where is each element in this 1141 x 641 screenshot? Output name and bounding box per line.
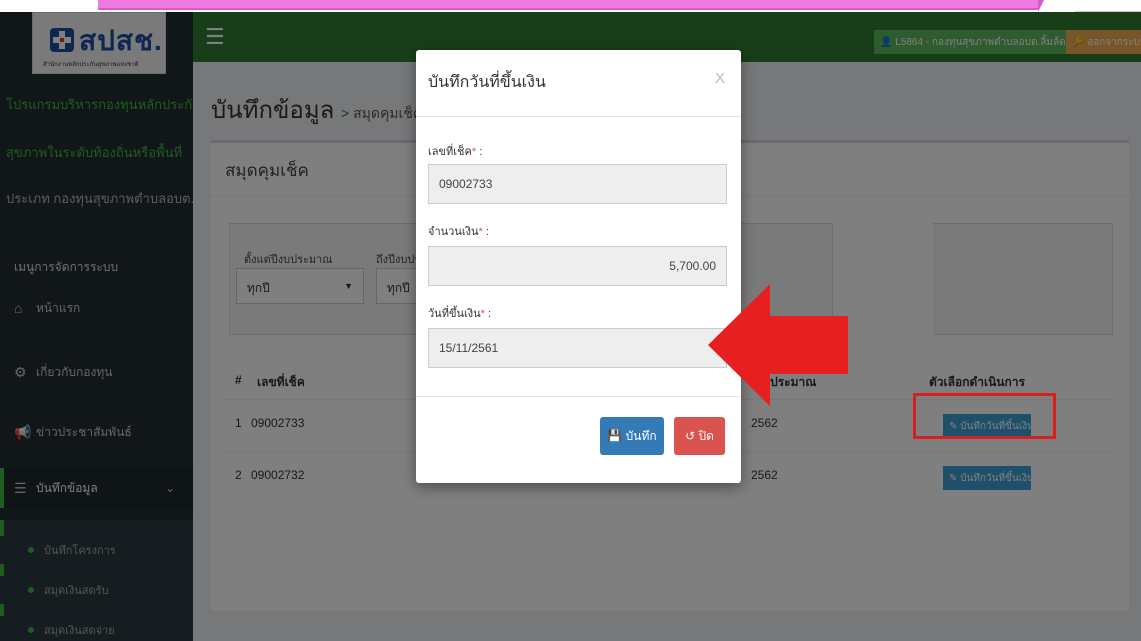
close-label: ปิด	[698, 428, 714, 443]
amount-label-text: จำนวนเงิน	[428, 226, 479, 238]
record-date-modal: บันทึกวันที่ขึ้นเงิน X เลขที่เช็ค* : 090…	[416, 50, 741, 483]
label-suffix: :	[476, 146, 483, 158]
modal-title: บันทึกวันที่ขึ้นเงิน	[428, 74, 546, 91]
close-button[interactable]: ↺ ปิด	[674, 417, 725, 455]
annotation-arrow-icon	[708, 284, 848, 406]
label-suffix: :	[482, 226, 489, 238]
cheque-number-field[interactable]: 09002733	[428, 164, 727, 204]
payout-date-label-text: วันที่ขึ้นเงิน	[428, 308, 481, 320]
save-label: บันทึก	[625, 428, 657, 443]
amount-field[interactable]: 5,700.00	[428, 246, 727, 286]
save-button[interactable]: 💾 บันทึก	[600, 417, 664, 455]
payout-date-label: วันที่ขึ้นเงิน* :	[428, 304, 491, 322]
cheque-number-label: เลขที่เช็ค* :	[428, 142, 482, 160]
undo-icon: ↺	[685, 428, 696, 443]
annotation-highlight-box	[913, 393, 1056, 439]
pink-banner	[98, 0, 1038, 10]
modal-footer-divider	[416, 396, 741, 397]
floppy-icon: 💾	[607, 428, 623, 443]
label-suffix: :	[484, 308, 492, 320]
close-icon[interactable]: X	[715, 70, 725, 87]
cheque-number-label-text: เลขที่เช็ค	[428, 146, 472, 158]
modal-header-divider	[416, 116, 741, 117]
banner-corner	[1038, 0, 1044, 12]
payout-date-field[interactable]: 15/11/2561	[428, 328, 727, 368]
top-decoration	[0, 0, 1141, 12]
amount-label: จำนวนเงิน* :	[428, 222, 489, 240]
